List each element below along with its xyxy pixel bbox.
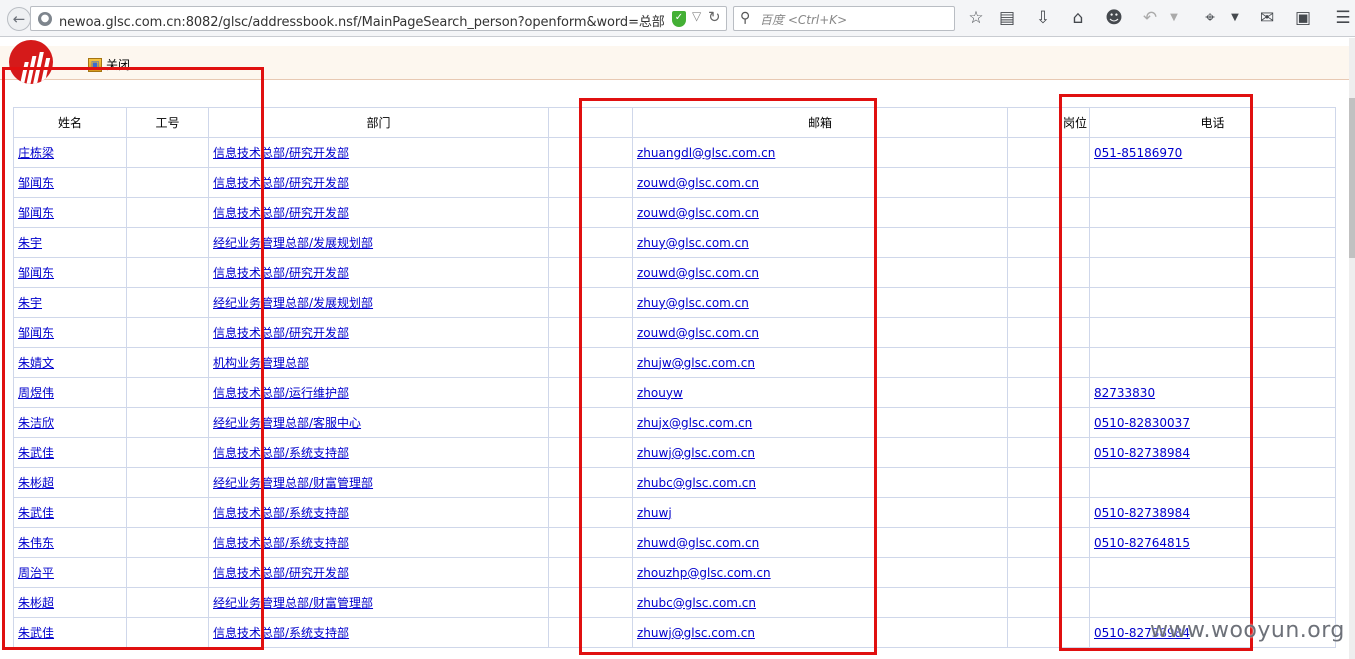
download-icon[interactable]: ⇩ (1033, 8, 1053, 28)
dropdown-arrow-icon[interactable]: ▼ (1164, 8, 1184, 28)
annotation-box-email (579, 98, 877, 655)
annotation-box-phone (1059, 94, 1253, 651)
search-input[interactable]: 百度 <Ctrl+K> (760, 11, 847, 28)
reading-list-icon[interactable]: ▤ (997, 8, 1017, 28)
reader-icon[interactable]: ▣ (1293, 8, 1313, 28)
scrollbar-thumb[interactable] (1349, 98, 1355, 258)
crop-icon[interactable]: ⌖ (1200, 8, 1220, 28)
home-icon[interactable]: ⌂ (1068, 8, 1088, 28)
watermark: www.wooyun.org (1150, 618, 1345, 643)
globe-icon: ● (38, 12, 52, 26)
search-icon: ⚲ (740, 10, 751, 26)
chat-icon[interactable]: ☻ (1104, 8, 1124, 28)
url-bar[interactable]: ● newoa.glsc.com.cn:8082/glsc/addressboo… (30, 6, 727, 31)
dropdown-arrow-icon[interactable]: ▼ (1225, 8, 1245, 28)
url-text[interactable]: newoa.glsc.com.cn:8082/glsc/addressbook.… (59, 11, 665, 30)
comment-icon[interactable]: ✉ (1257, 8, 1277, 28)
annotation-box-name (2, 67, 264, 650)
shield-check-icon[interactable]: ✓ (672, 11, 686, 27)
vertical-scrollbar[interactable] (1349, 38, 1355, 659)
reload-icon[interactable]: ↻ (708, 8, 721, 26)
back-arrow-icon[interactable]: ← (7, 7, 31, 31)
star-icon[interactable]: ☆ (966, 8, 986, 28)
undo-icon[interactable]: ↶ (1140, 8, 1160, 28)
menu-icon[interactable]: ☰ (1333, 8, 1353, 28)
search-bar[interactable]: ⚲ 百度 <Ctrl+K> (733, 6, 955, 31)
dropdown-arrow-icon[interactable]: ▽ (692, 9, 701, 23)
browser-toolbar: ← ● newoa.glsc.com.cn:8082/glsc/addressb… (0, 0, 1355, 37)
